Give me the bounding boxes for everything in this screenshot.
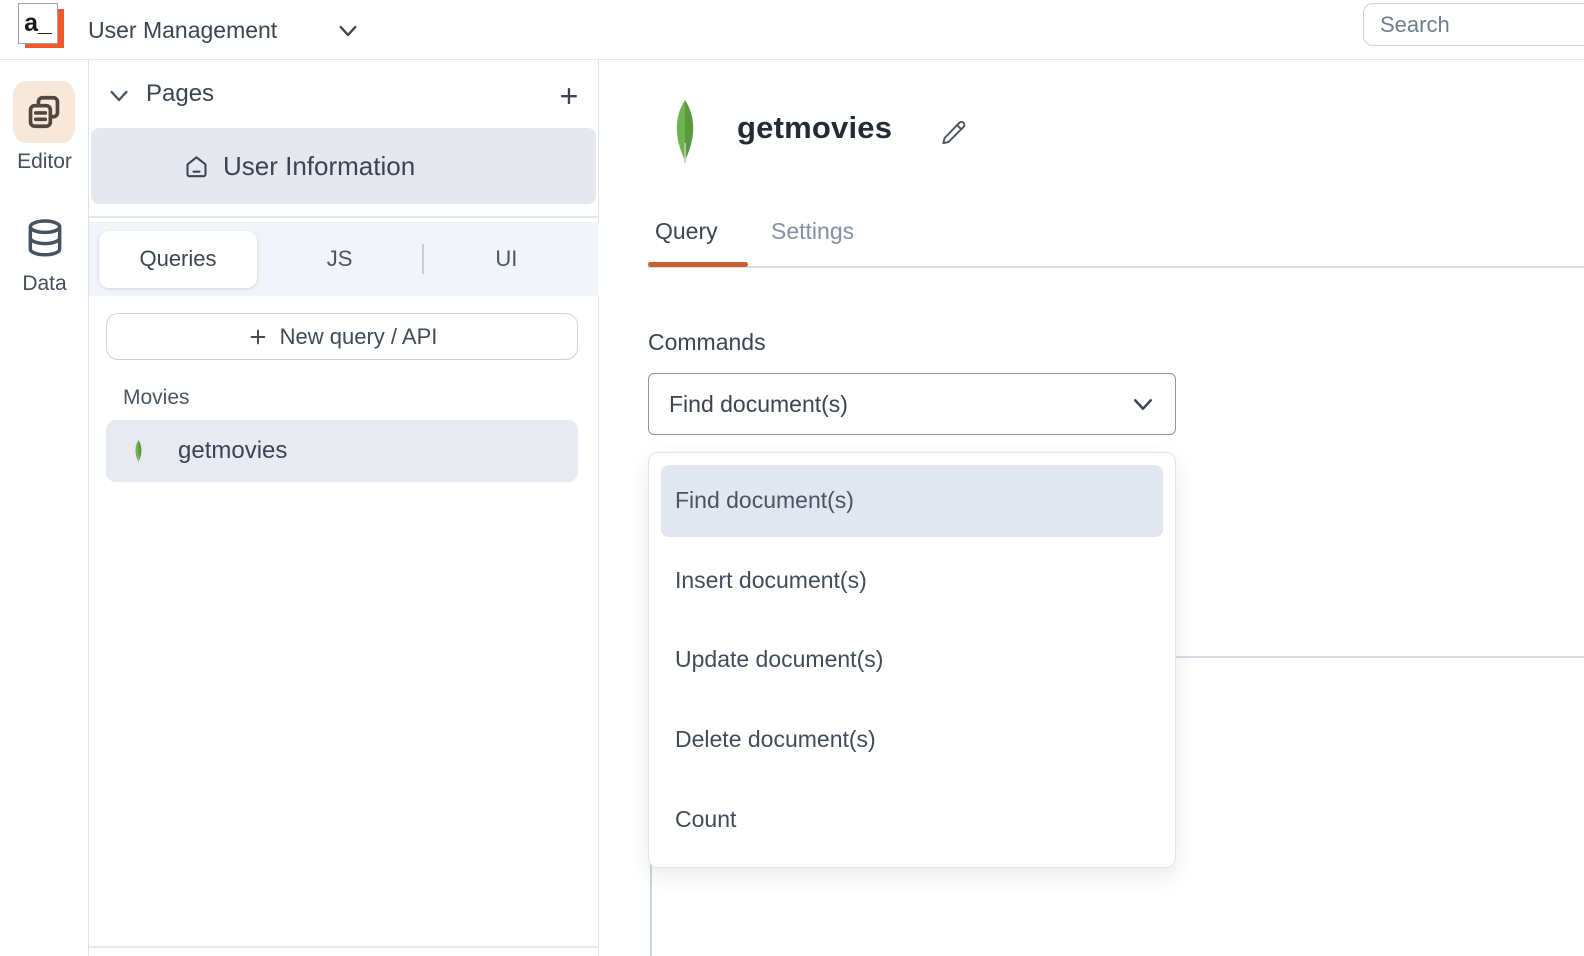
new-query-button[interactable]: New query / API (106, 313, 578, 360)
sidebar-item-getmovies[interactable]: getmovies (106, 420, 578, 482)
query-editor: getmovies Query Settings Commands Find d… (600, 60, 1584, 956)
dropdown-option-update[interactable]: Update document(s) (661, 624, 1163, 696)
page-label: User Information (223, 151, 415, 182)
app-title[interactable]: User Management (88, 0, 277, 60)
tab-queries[interactable]: Queries (99, 231, 257, 288)
query-group-label: Movies (123, 386, 190, 410)
divider (89, 216, 599, 218)
commands-select[interactable]: Find document(s) (648, 373, 1176, 435)
tab-query[interactable]: Query (655, 218, 718, 245)
query-item-label: getmovies (178, 437, 287, 465)
pages-header: Pages + (89, 74, 599, 124)
dropdown-option-insert[interactable]: Insert document(s) (661, 545, 1163, 617)
left-rail: Editor Data (0, 60, 89, 956)
pencil-icon (940, 119, 967, 146)
tab-js[interactable]: JS (257, 246, 422, 272)
pages-stack-icon (25, 93, 63, 131)
dropdown-option-delete[interactable]: Delete document(s) (661, 704, 1163, 776)
explorer-tabs: Queries JS UI (89, 222, 599, 296)
commands-select-value: Find document(s) (669, 391, 848, 418)
plus-icon (247, 326, 269, 348)
rail-item-editor[interactable] (13, 81, 75, 143)
database-icon (23, 217, 67, 261)
divider (89, 946, 599, 948)
search-input[interactable] (1363, 3, 1584, 46)
sidebar-item-user-information[interactable]: User Information (91, 128, 596, 204)
logo-glyph: a_ (18, 3, 58, 44)
new-query-label: New query / API (280, 324, 438, 350)
tab-ui[interactable]: UI (424, 246, 589, 272)
appsmith-logo[interactable]: a_ (18, 3, 66, 50)
rail-data-label: Data (0, 272, 89, 296)
active-tab-indicator (648, 262, 748, 267)
query-title: getmovies (737, 110, 892, 146)
commands-label: Commands (648, 329, 766, 356)
commands-dropdown-menu: Find document(s) Insert document(s) Upda… (648, 452, 1176, 868)
chevron-down-icon (1131, 396, 1155, 413)
explorer-sidebar: Pages + User Information Queries JS UI N… (89, 60, 599, 956)
divider (648, 266, 1584, 268)
chevron-down-icon[interactable] (337, 23, 359, 39)
chevron-down-icon[interactable] (108, 88, 130, 104)
rail-item-data[interactable] (21, 215, 68, 262)
add-page-button[interactable]: + (549, 74, 589, 118)
dropdown-option-find[interactable]: Find document(s) (661, 465, 1163, 537)
mongodb-leaf-icon (667, 96, 703, 167)
rail-editor-label: Editor (0, 150, 89, 174)
tab-settings[interactable]: Settings (771, 218, 854, 245)
home-icon (183, 153, 210, 180)
edit-name-button[interactable] (936, 115, 970, 149)
mongodb-leaf-icon (132, 436, 145, 467)
dropdown-option-count[interactable]: Count (661, 783, 1163, 855)
pages-title: Pages (146, 80, 214, 108)
top-bar: a_ User Management (0, 0, 1584, 60)
